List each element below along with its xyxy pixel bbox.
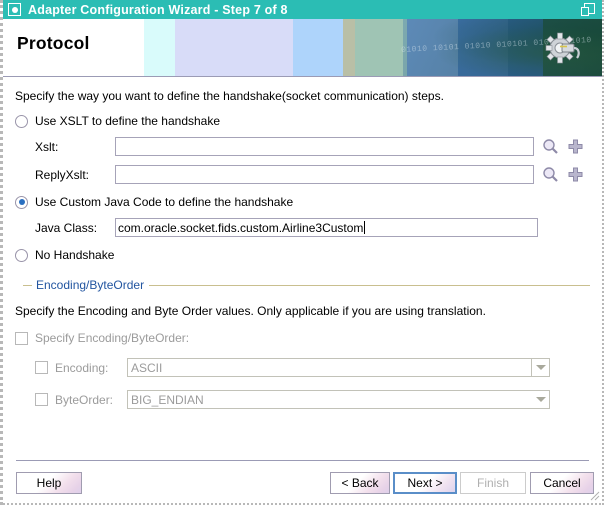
encoding-group-title: Encoding/ByteOrder: [36, 278, 145, 292]
radio-no-handshake-indicator[interactable]: [15, 248, 28, 262]
byteorder-value: BIG_ENDIAN: [131, 392, 204, 407]
specify-encoding-checkbox[interactable]: [15, 331, 28, 345]
byteorder-row: ByteOrder: BIG_ENDIAN: [15, 390, 590, 409]
radio-use-custom-java-label: Use Custom Java Code to define the hands…: [35, 195, 294, 209]
back-button-label: < Back: [341, 476, 379, 490]
encoding-note: Specify the Encoding and Byte Order valu…: [15, 304, 486, 318]
next-button-label: Next >: [407, 476, 443, 490]
byteorder-label: ByteOrder:: [55, 392, 114, 407]
resize-grip[interactable]: [588, 489, 600, 501]
java-class-value: com.oracle.socket.fids.custom.Airline3Cu…: [118, 220, 364, 235]
radio-use-custom-java-indicator[interactable]: [15, 195, 28, 209]
next-button[interactable]: Next >: [393, 472, 457, 494]
cancel-button-label: Cancel: [543, 476, 581, 490]
java-class-field-row: Java Class: com.oracle.socket.fids.custo…: [15, 218, 590, 237]
byteorder-checkbox[interactable]: [35, 393, 48, 406]
group-rule-lead: [23, 284, 32, 286]
xslt-plus-icon[interactable]: [567, 138, 584, 155]
header-banner-art: [3, 19, 602, 76]
app-dot-icon: [8, 3, 21, 16]
text-caret: [364, 221, 366, 234]
encoding-value: ASCII: [131, 360, 163, 375]
group-rule: [149, 284, 590, 286]
byteorder-combobox[interactable]: BIG_ENDIAN: [127, 390, 550, 409]
page-title: Protocol: [17, 33, 90, 53]
footer-divider: [16, 460, 589, 461]
encoding-checkbox[interactable]: [35, 361, 48, 374]
radio-use-xslt[interactable]: Use XSLT to define the handshake: [15, 114, 590, 128]
wizard-window: Adapter Configuration Wizard - Step 7 of…: [0, 0, 604, 505]
java-class-label: Java Class:: [35, 220, 98, 235]
radio-no-handshake[interactable]: No Handshake: [15, 248, 590, 262]
xslt-field-row: Xslt:: [15, 137, 590, 156]
back-button[interactable]: < Back: [330, 472, 390, 494]
reply-xslt-magnifier-icon[interactable]: [542, 166, 559, 183]
byteorder-chevron-down-icon[interactable]: [532, 391, 549, 408]
encoding-label: Encoding:: [55, 360, 109, 375]
specify-encoding-checkbox-row[interactable]: Specify Encoding/ByteOrder:: [15, 331, 590, 345]
xslt-magnifier-icon[interactable]: [542, 138, 559, 155]
radio-use-xslt-indicator[interactable]: [15, 114, 28, 128]
radio-no-handshake-label: No Handshake: [35, 248, 115, 262]
java-class-input[interactable]: com.oracle.socket.fids.custom.Airline3Cu…: [115, 218, 538, 237]
gear-cable-icon: [545, 32, 580, 64]
window-title: Adapter Configuration Wizard - Step 7 of…: [28, 2, 288, 17]
title-bar: Adapter Configuration Wizard - Step 7 of…: [3, 0, 602, 19]
wizard-header: 01010 10101 01010 010101 010101010101 Pr…: [3, 19, 602, 77]
encoding-row: Encoding: ASCII: [15, 358, 590, 377]
xslt-input[interactable]: [115, 137, 534, 156]
restore-window-icon[interactable]: [581, 2, 595, 17]
xslt-label: Xslt:: [35, 139, 59, 154]
encoding-combobox[interactable]: ASCII: [127, 358, 550, 377]
finish-button-label: Finish: [476, 476, 509, 490]
finish-button: Finish: [460, 472, 526, 494]
encoding-chevron-down-icon[interactable]: [531, 359, 549, 376]
cancel-button[interactable]: Cancel: [530, 472, 594, 494]
wizard-body: Specify the way you want to define the h…: [3, 77, 602, 463]
encoding-group-separator: Encoding/ByteOrder: [15, 278, 590, 292]
reply-xslt-plus-icon[interactable]: [567, 166, 584, 183]
intro-text: Specify the way you want to define the h…: [15, 89, 444, 103]
radio-use-custom-java[interactable]: Use Custom Java Code to define the hands…: [15, 195, 590, 209]
specify-encoding-label: Specify Encoding/ByteOrder:: [35, 331, 190, 345]
reply-xslt-input[interactable]: [115, 165, 534, 184]
reply-xslt-label: ReplyXslt:: [35, 167, 90, 182]
button-bar: Help < Back Next > Finish Cancel: [3, 460, 602, 503]
radio-use-xslt-label: Use XSLT to define the handshake: [35, 114, 221, 128]
reply-xslt-field-row: ReplyXslt:: [15, 165, 590, 184]
help-button-label: Help: [36, 476, 62, 490]
help-button[interactable]: Help: [16, 472, 82, 494]
